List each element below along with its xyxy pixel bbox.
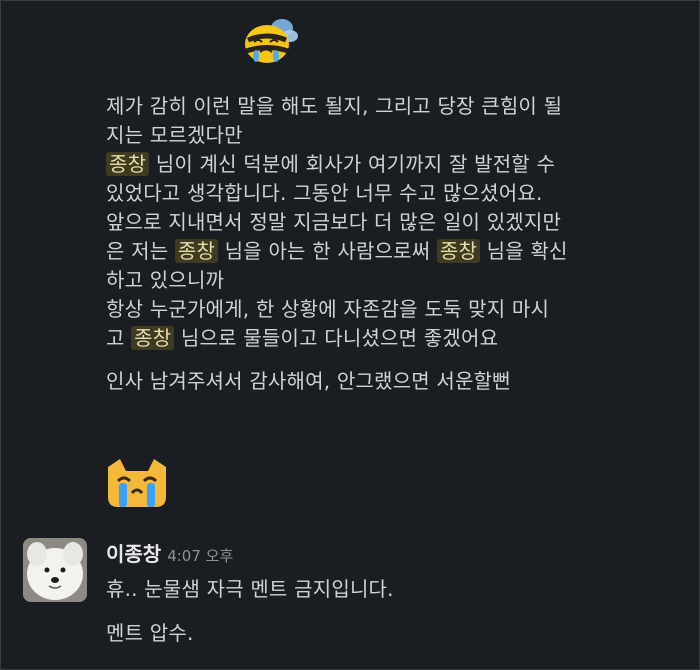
message-timestamp[interactable]: 4:07 오후 (167, 547, 233, 565)
author-name[interactable]: 이종창 (106, 542, 161, 566)
message-text: 항상 누군가에게, 한 상황에 자존감을 도둑 맞지 마시 (106, 297, 550, 321)
avatar[interactable] (23, 538, 87, 602)
message-text: 님이 계신 덕분에 회사가 여기까지 잘 발전할 수 (149, 152, 556, 176)
message-text: 님을 확신 (480, 239, 568, 263)
message-line: 고 종창 님으로 물들이고 다니셨으면 좋겠어요 (106, 324, 686, 353)
message-body: 제가 감히 이런 말을 해도 될지, 그리고 당장 큰힘이 될지는 모르겠다만종… (106, 92, 686, 396)
crying-cat-emoji (108, 459, 166, 507)
message-line: 지는 모르겠다만 (106, 121, 686, 150)
reply-header: 이종창 4:07 오후 (106, 538, 233, 567)
message-text: 고 (106, 326, 132, 350)
message-line: 있었다고 생각합니다. 그동안 너무 수고 많으셨어요. (106, 179, 686, 208)
message-line: 항상 누군가에게, 한 상황에 자존감을 도둑 맞지 마시 (106, 295, 686, 324)
user-mention[interactable]: 종창 (436, 239, 481, 263)
message-lines: 제가 감히 이런 말을 해도 될지, 그리고 당장 큰힘이 될지는 모르겠다만종… (106, 92, 686, 353)
crying-bee-emoji (245, 19, 298, 63)
message-text: 은 저는 (106, 239, 175, 263)
message-text: 님으로 물들이고 다니셨으면 좋겠어요 (174, 326, 499, 350)
message-text: 지는 모르겠다만 (106, 123, 243, 147)
reply-body: 휴.. 눈물샘 자극 멘트 금지입니다. 멘트 압수. (106, 574, 394, 648)
reply-line-2: 멘트 압수. (106, 621, 194, 645)
message-text: 앞으로 지내면서 정말 지금보다 더 많은 일이 있겠지만 (106, 210, 562, 234)
message-followup: 인사 남겨주셔서 감사해여, 안그랬으면 서운할뻔 (106, 369, 511, 393)
message-text: 있었다고 생각합니다. 그동안 너무 수고 많으셨어요. (106, 181, 543, 205)
user-mention[interactable]: 종창 (106, 152, 150, 176)
message-line: 하고 있으니까 (106, 266, 686, 295)
message-text: 하고 있으니까 (106, 268, 225, 292)
user-mention[interactable]: 종창 (174, 239, 219, 263)
user-mention[interactable]: 종창 (131, 326, 175, 350)
message-line: 제가 감히 이런 말을 해도 될지, 그리고 당장 큰힘이 될 (106, 92, 686, 121)
message-line: 은 저는 종창 님을 아는 한 사람으로써 종창 님을 확신 (106, 237, 686, 266)
message-line: 종창 님이 계신 덕분에 회사가 여기까지 잘 발전할 수 (106, 150, 686, 179)
message-text: 제가 감히 이런 말을 해도 될지, 그리고 당장 큰힘이 될 (106, 94, 563, 118)
message-text: 님을 아는 한 사람으로써 (218, 239, 437, 263)
reply-line-1: 휴.. 눈물샘 자극 멘트 금지입니다. (106, 577, 394, 601)
message-line: 앞으로 지내면서 정말 지금보다 더 많은 일이 있겠지만 (106, 208, 686, 237)
dog-avatar-icon (23, 538, 87, 602)
